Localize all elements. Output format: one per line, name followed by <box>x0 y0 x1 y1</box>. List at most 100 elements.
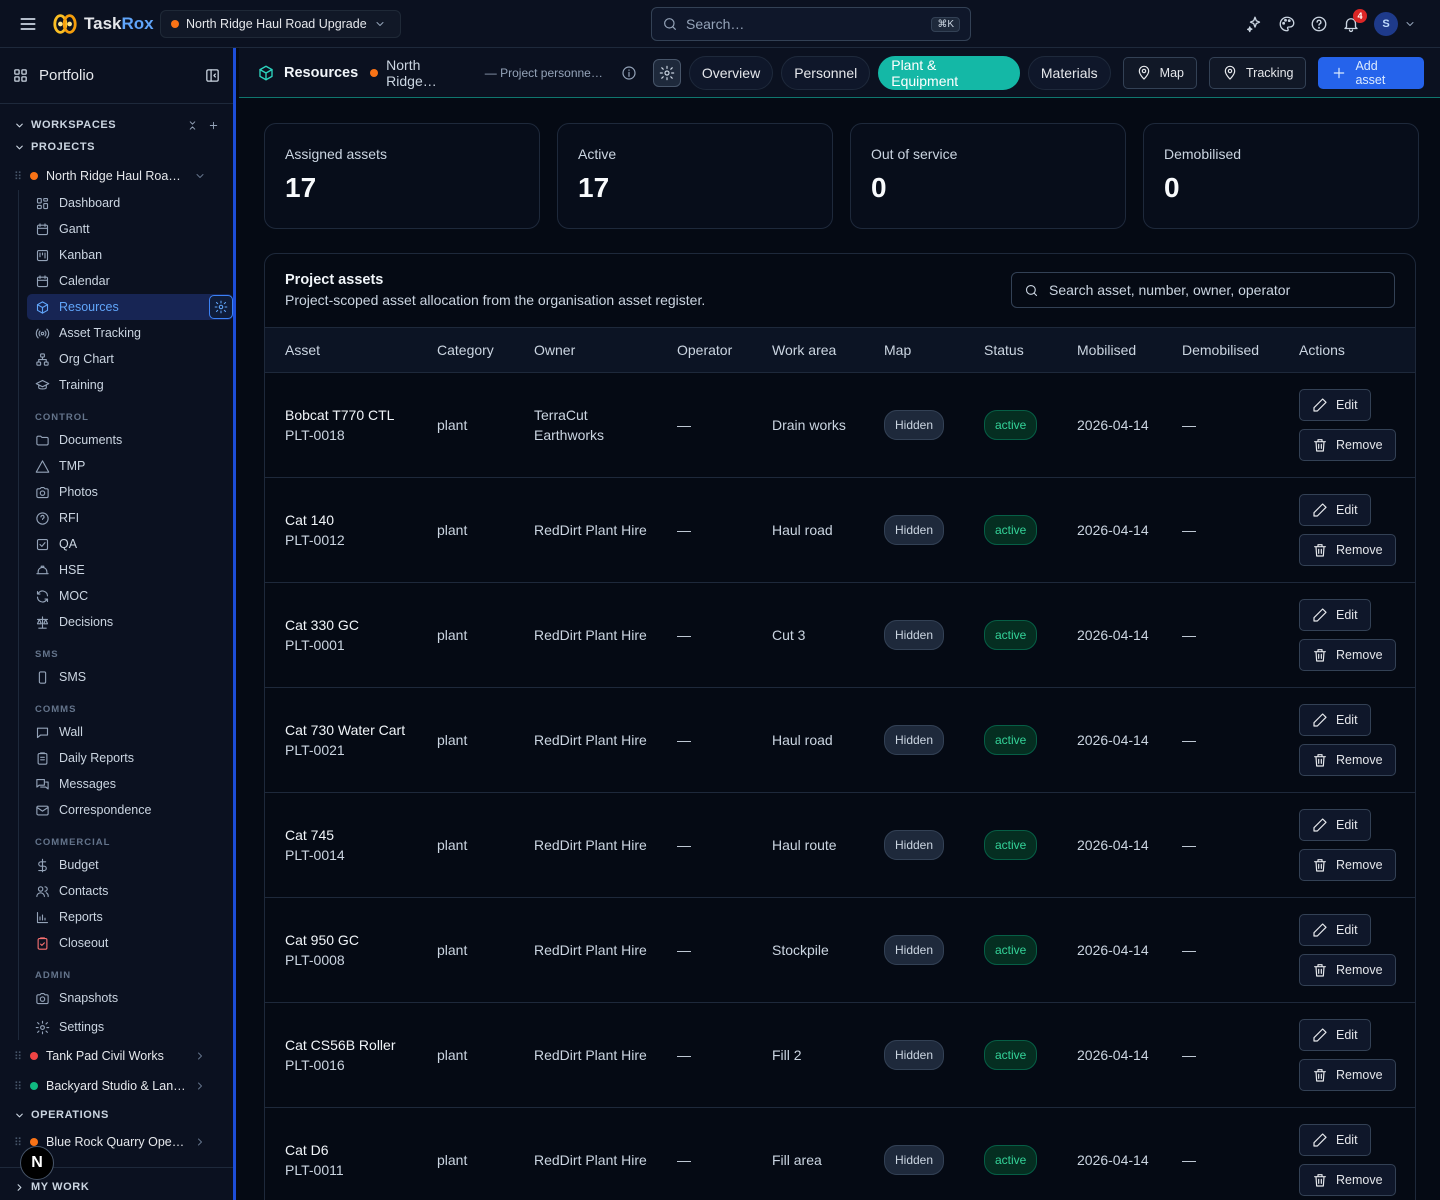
next-dev-badge[interactable]: N <box>20 1146 54 1180</box>
drag-handle-icon[interactable]: ⠿ <box>14 1136 22 1149</box>
tab-personnel[interactable]: Personnel <box>781 55 871 90</box>
table-row[interactable]: Bobcat T770 CTL PLT-0018 plant TerraCut … <box>265 372 1415 478</box>
sidebar-item-closeout[interactable]: Closeout <box>27 930 233 956</box>
projects-header[interactable]: PROJECTS <box>0 136 233 158</box>
drag-handle-icon[interactable]: ⠿ <box>14 170 22 183</box>
asset-search-input[interactable]: Search asset, number, owner, operator <box>1011 272 1395 308</box>
sidebar-project-active[interactable]: ⠿ North Ridge Haul Road… <box>0 162 233 190</box>
project-selector[interactable]: North Ridge Haul Road Upgrade <box>160 10 401 38</box>
table-row[interactable]: Cat 140 PLT-0012 plant RedDirt Plant Hir… <box>265 477 1415 583</box>
map-visibility-badge: Hidden <box>884 935 945 965</box>
table-row[interactable]: Cat 950 GC PLT-0008 plant RedDirt Plant … <box>265 897 1415 1003</box>
edit-button[interactable]: Edit <box>1299 809 1371 841</box>
sidebar-portfolio[interactable]: Portfolio <box>0 48 233 104</box>
clipboard-check-icon <box>35 936 50 951</box>
edit-button[interactable]: Edit <box>1299 599 1371 631</box>
sparkles-icon[interactable] <box>1246 15 1264 33</box>
sidebar-item-rfi[interactable]: RFI <box>27 505 233 531</box>
remove-button[interactable]: Remove <box>1299 849 1396 881</box>
sidebar-item-reports[interactable]: Reports <box>27 904 233 930</box>
sidebar-item-tmp[interactable]: TMP <box>27 453 233 479</box>
remove-button[interactable]: Remove <box>1299 429 1396 461</box>
sidebar-item-sms[interactable]: SMS <box>27 664 233 690</box>
sidebar-item-messages[interactable]: Messages <box>27 771 233 797</box>
remove-button[interactable]: Remove <box>1299 1164 1396 1196</box>
table-row[interactable]: Cat 730 Water Cart PLT-0021 plant RedDir… <box>265 687 1415 793</box>
sidebar-item-org-chart[interactable]: Org Chart <box>27 346 233 372</box>
sidebar-project-tank-pad[interactable]: ⠿ Tank Pad Civil Works <box>0 1042 233 1070</box>
remove-button[interactable]: Remove <box>1299 954 1396 986</box>
sidebar-item-moc[interactable]: MOC <box>27 583 233 609</box>
table-row[interactable]: Cat CS56B Roller PLT-0016 plant RedDirt … <box>265 1002 1415 1108</box>
resources-settings-button[interactable] <box>209 295 233 319</box>
sidebar-item-correspondence[interactable]: Correspondence <box>27 797 233 823</box>
help-icon[interactable] <box>1310 15 1328 33</box>
collapse-all-icon[interactable] <box>187 120 198 131</box>
menu-icon[interactable] <box>18 14 38 34</box>
sidebar-item-qa[interactable]: QA <box>27 531 233 557</box>
user-menu[interactable]: S <box>1374 12 1416 36</box>
tab-overview[interactable]: Overview <box>688 55 774 90</box>
edit-button[interactable]: Edit <box>1299 494 1371 526</box>
page-settings-button[interactable] <box>652 58 681 87</box>
sidebar-item-dashboard[interactable]: Dashboard <box>27 190 233 216</box>
column-header[interactable]: Category <box>417 327 514 373</box>
notifications-bell-icon[interactable]: 4 <box>1342 9 1367 33</box>
remove-button[interactable]: Remove <box>1299 639 1396 671</box>
remove-button[interactable]: Remove <box>1299 744 1396 776</box>
edit-button[interactable]: Edit <box>1299 914 1371 946</box>
tab-materials[interactable]: Materials <box>1027 55 1111 90</box>
sidebar-item-calendar[interactable]: Calendar <box>27 268 233 294</box>
sidebar-item-resources[interactable]: Resources <box>27 294 233 320</box>
table-row[interactable]: Cat 330 GC PLT-0001 plant RedDirt Plant … <box>265 582 1415 688</box>
sidebar-item-snapshots[interactable]: Snapshots <box>27 985 233 1011</box>
column-header[interactable]: Demobilised <box>1162 327 1279 373</box>
sidebar-item-wall[interactable]: Wall <box>27 719 233 745</box>
breadcrumb[interactable]: North Ridge… <box>370 57 475 89</box>
column-header[interactable]: Asset <box>265 327 417 373</box>
camera-icon <box>35 485 50 500</box>
sidebar-item-contacts[interactable]: Contacts <box>27 878 233 904</box>
drag-handle-icon[interactable]: ⠿ <box>14 1050 22 1063</box>
info-icon[interactable] <box>621 65 637 81</box>
column-header[interactable]: Owner <box>514 327 657 373</box>
category-cell: plant <box>417 897 514 1003</box>
add-workspace-icon[interactable] <box>208 120 219 131</box>
sidebar-item-budget[interactable]: Budget <box>27 852 233 878</box>
app-logo[interactable]: TaskRox <box>52 11 154 37</box>
sidebar-item-asset-tracking[interactable]: Asset Tracking <box>27 320 233 346</box>
edit-button[interactable]: Edit <box>1299 389 1371 421</box>
sidebar-item-settings[interactable]: Settings <box>27 1014 233 1040</box>
sidebar-item-training[interactable]: Training <box>27 372 233 398</box>
operations-header[interactable]: OPERATIONS <box>0 1104 233 1126</box>
sidebar-item-documents[interactable]: Documents <box>27 427 233 453</box>
sidebar-item-kanban[interactable]: Kanban <box>27 242 233 268</box>
sidebar-item-hse[interactable]: HSE <box>27 557 233 583</box>
tracking-button[interactable]: Tracking <box>1209 56 1307 89</box>
global-search[interactable]: Search… ⌘K <box>651 7 971 41</box>
column-header[interactable]: Work area <box>752 327 864 373</box>
map-button[interactable]: Map <box>1122 56 1197 89</box>
edit-button[interactable]: Edit <box>1299 704 1371 736</box>
sidebar-item-decisions[interactable]: Decisions <box>27 609 233 635</box>
palette-icon[interactable] <box>1278 15 1296 33</box>
table-row[interactable]: Cat D6 PLT-0011 plant RedDirt Plant Hire… <box>265 1107 1415 1200</box>
sidebar-project-backyard[interactable]: ⠿ Backyard Studio & Lan… <box>0 1072 233 1100</box>
add-asset-button[interactable]: Add asset <box>1318 56 1424 89</box>
remove-button[interactable]: Remove <box>1299 534 1396 566</box>
sidebar-item-gantt[interactable]: Gantt <box>27 216 233 242</box>
table-row[interactable]: Cat 745 PLT-0014 plant RedDirt Plant Hir… <box>265 792 1415 898</box>
collapse-sidebar-icon[interactable] <box>204 67 221 84</box>
drag-handle-icon[interactable]: ⠿ <box>14 1080 22 1093</box>
sidebar-item-daily-reports[interactable]: Daily Reports <box>27 745 233 771</box>
edit-button[interactable]: Edit <box>1299 1124 1371 1156</box>
column-header[interactable]: Status <box>964 327 1057 373</box>
workspaces-header[interactable]: WORKSPACES <box>0 114 233 136</box>
sidebar-item-photos[interactable]: Photos <box>27 479 233 505</box>
column-header[interactable]: Operator <box>657 327 752 373</box>
column-header[interactable]: Map <box>864 327 964 373</box>
remove-button[interactable]: Remove <box>1299 1059 1396 1091</box>
tab-plant-equipment[interactable]: Plant & Equipment <box>878 55 1020 90</box>
edit-button[interactable]: Edit <box>1299 1019 1371 1051</box>
column-header[interactable]: Mobilised <box>1057 327 1162 373</box>
